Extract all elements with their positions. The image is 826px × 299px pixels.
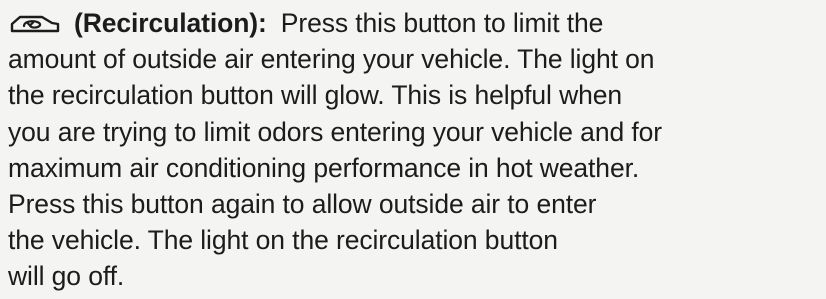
description-line-8: will go off. (8, 261, 125, 292)
recirculation-description: (Recirculation): Press this button to lim… (8, 5, 826, 295)
recirculation-icon (8, 9, 64, 37)
description-line-7: the vehicle. The light on the recirculat… (8, 225, 558, 256)
recirculation-term: (Recirculation): (74, 8, 267, 38)
manual-page: (Recirculation): Press this button to lim… (0, 0, 826, 299)
description-line-3: the recirculation button will glow. This… (8, 80, 623, 111)
description-line-2: amount of outside air entering your vehi… (8, 44, 655, 75)
description-line-5: maximum air conditioning performance in … (8, 152, 640, 183)
description-line-1: (Recirculation): Press this button to lim… (8, 5, 826, 41)
line-1-text: Press this button to limit the (280, 8, 604, 38)
description-line-6: Press this button again to allow outside… (8, 189, 597, 220)
description-line-4: you are trying to limit odors entering y… (8, 116, 662, 147)
